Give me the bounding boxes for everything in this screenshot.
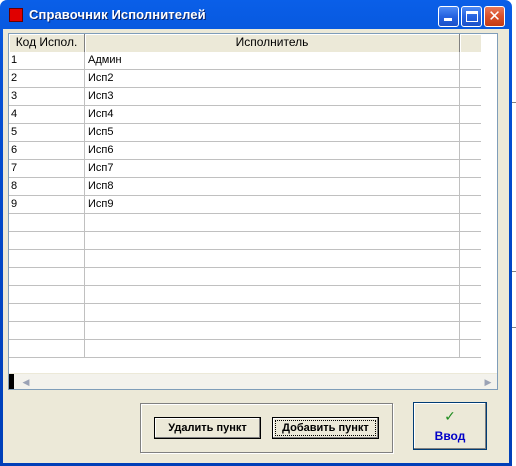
performers-grid[interactable]: Код Испол. Исполнитель 1 Админ 2 Исп2 3 Исп3 4…	[8, 33, 498, 390]
table-row[interactable]: 3 Исп3	[9, 88, 497, 106]
table-row[interactable]: 5 Исп5	[9, 124, 497, 142]
cell-performer[interactable]	[85, 214, 460, 231]
add-item-button[interactable]: Добавить пункт	[272, 417, 379, 439]
column-header-code[interactable]: Код Испол.	[9, 34, 85, 52]
cell-performer[interactable]	[85, 268, 460, 285]
minimize-icon	[444, 18, 452, 21]
edit-buttons-panel: Удалить пункт Добавить пункт	[140, 403, 393, 453]
table-row[interactable]	[9, 286, 497, 304]
table-row[interactable]: 6 Исп6	[9, 142, 497, 160]
maximize-icon	[466, 11, 478, 22]
cell-code[interactable]	[9, 286, 85, 303]
grid-body: 1 Админ 2 Исп2 3 Исп3 4 Исп4 5 Исп5 6 Исп6 7 Исп7 8 Исп…	[9, 52, 497, 358]
table-row[interactable]: 9 Исп9	[9, 196, 497, 214]
cell-performer[interactable]	[85, 322, 460, 339]
maximize-button[interactable]	[461, 6, 482, 27]
title-bar[interactable]: Справочник Исполнителей ✕	[3, 0, 509, 29]
cell-code[interactable]	[9, 340, 85, 357]
scroll-right-arrow-icon[interactable]: ▶	[481, 375, 495, 389]
enter-button-label: Ввод	[434, 429, 466, 443]
cell-code[interactable]: 7	[9, 160, 85, 177]
close-icon: ✕	[488, 7, 501, 25]
enter-button[interactable]: ✓ Ввод	[413, 402, 487, 450]
cell-code[interactable]: 5	[9, 124, 85, 141]
app-red-square-icon	[9, 7, 23, 22]
window-title: Справочник Исполнителей	[29, 7, 206, 22]
grid-header: Код Испол. Исполнитель	[9, 34, 497, 52]
minimize-button[interactable]	[438, 6, 459, 27]
table-row[interactable]: 8 Исп8	[9, 178, 497, 196]
cell-performer[interactable]: Исп5	[85, 124, 460, 141]
cell-code[interactable]: 8	[9, 178, 85, 195]
cell-performer[interactable]	[85, 340, 460, 357]
cell-code[interactable]	[9, 268, 85, 285]
table-row[interactable]: 2 Исп2	[9, 70, 497, 88]
delete-item-button[interactable]: Удалить пункт	[154, 417, 261, 439]
cell-performer[interactable]: Исп6	[85, 142, 460, 159]
table-row[interactable]	[9, 250, 497, 268]
table-row[interactable]: 7 Исп7	[9, 160, 497, 178]
cell-code[interactable]: 3	[9, 88, 85, 105]
cell-performer[interactable]	[85, 286, 460, 303]
cell-performer[interactable]: Исп2	[85, 70, 460, 87]
cell-performer[interactable]: Админ	[85, 52, 460, 69]
cell-code[interactable]: 6	[9, 142, 85, 159]
close-button[interactable]: ✕	[484, 6, 505, 27]
cell-performer[interactable]: Исп9	[85, 196, 460, 213]
cell-performer[interactable]	[85, 250, 460, 267]
table-row[interactable]	[9, 340, 497, 358]
window-controls: ✕	[438, 6, 505, 27]
green-check-icon: ✓	[444, 409, 456, 425]
scroll-left-arrow-icon[interactable]: ◀	[19, 375, 33, 389]
table-row[interactable]: 1 Админ	[9, 52, 497, 70]
cell-code[interactable]: 1	[9, 52, 85, 69]
dialog-client-area: Код Испол. Исполнитель 1 Админ 2 Исп2 3 Исп3 4…	[3, 29, 509, 463]
horizontal-scrollbar[interactable]: ◀ ▶	[9, 373, 497, 389]
cell-code[interactable]: 9	[9, 196, 85, 213]
cell-code[interactable]	[9, 214, 85, 231]
table-row[interactable]	[9, 304, 497, 322]
vertical-scroll-area	[481, 34, 497, 389]
table-row[interactable]: 4 Исп4	[9, 106, 497, 124]
cell-code[interactable]	[9, 322, 85, 339]
cell-performer[interactable]	[85, 232, 460, 249]
cell-code[interactable]	[9, 250, 85, 267]
cell-performer[interactable]: Исп7	[85, 160, 460, 177]
table-row[interactable]	[9, 214, 497, 232]
table-row[interactable]	[9, 268, 497, 286]
table-row[interactable]	[9, 322, 497, 340]
cell-code[interactable]: 4	[9, 106, 85, 123]
column-header-performer[interactable]: Исполнитель	[85, 34, 460, 52]
cell-performer[interactable]	[85, 304, 460, 321]
cell-performer[interactable]: Исп3	[85, 88, 460, 105]
performers-dialog: Справочник Исполнителей ✕ Код Испол. Исп…	[0, 0, 512, 466]
scroll-position-mark	[9, 374, 14, 389]
cell-code[interactable]	[9, 232, 85, 249]
cell-code[interactable]: 2	[9, 70, 85, 87]
table-row[interactable]	[9, 232, 497, 250]
cell-performer[interactable]: Исп8	[85, 178, 460, 195]
cell-code[interactable]	[9, 304, 85, 321]
cell-performer[interactable]: Исп4	[85, 106, 460, 123]
